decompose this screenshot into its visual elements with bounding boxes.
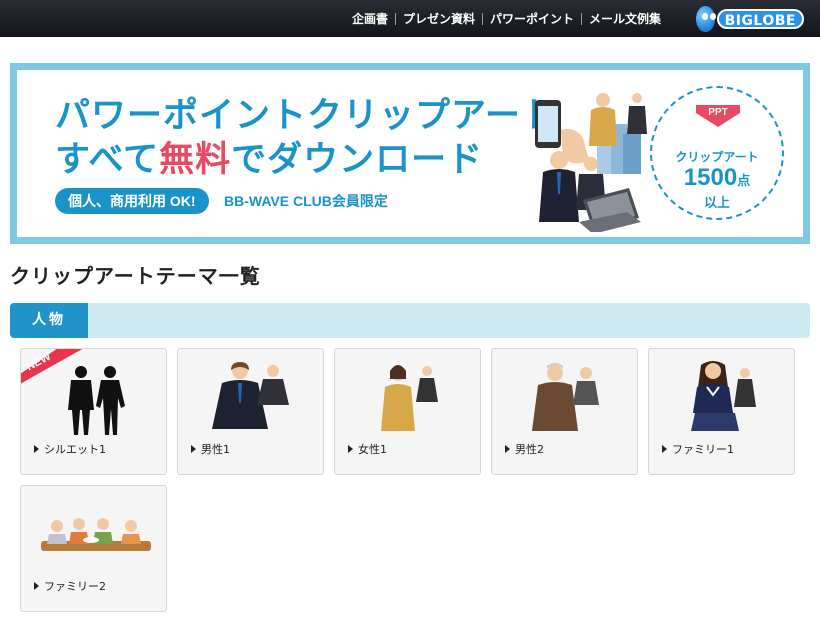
promo-banner[interactable]: パワーポイントクリップアート すべて無料でダウンロード 個人、商用利用 OK! … bbox=[10, 63, 810, 244]
clipart-count-value: 1500 bbox=[683, 164, 738, 191]
nav-link-presentation[interactable]: プレゼン資料 bbox=[396, 12, 482, 26]
theme-card-male1[interactable]: 男性1 bbox=[177, 348, 324, 475]
card-label: ファミリー2 bbox=[34, 578, 106, 594]
banner-headline-2: すべて無料でダウンロード bbox=[55, 140, 483, 180]
commercial-use-pill: 個人、商用利用 OK! bbox=[55, 188, 209, 214]
card-label: 男性1 bbox=[191, 441, 230, 457]
biglobe-logo[interactable]: BIGLOBE bbox=[696, 6, 804, 32]
banner-headline-2-pre: すべて bbox=[55, 140, 160, 179]
banner-highlight-free: 無料 bbox=[159, 140, 232, 179]
category-bar: 人物 bbox=[10, 303, 810, 338]
clipart-count-badge: PPT クリップアート 1500点 以上 bbox=[650, 86, 784, 220]
top-nav: 企画書 プレゼン資料 パワーポイント メール文例集 bbox=[345, 0, 668, 37]
family-dining-thumbnail bbox=[41, 518, 151, 551]
category-tab-people[interactable]: 人物 bbox=[10, 303, 88, 338]
schoolgirl-thumbnail bbox=[691, 361, 756, 431]
ppt-tag-label: PPT bbox=[708, 107, 728, 118]
card-label: 男性2 bbox=[505, 441, 544, 457]
nav-link-planning[interactable]: 企画書 bbox=[345, 12, 395, 26]
page-title: クリップアートテーマ一覧 bbox=[10, 264, 261, 288]
clipart-count-suffix: 以上 bbox=[703, 195, 730, 210]
business-people-illustration bbox=[535, 93, 647, 232]
top-bar: 企画書 プレゼン資料 パワーポイント メール文例集 BIGLOBE bbox=[0, 0, 820, 37]
businesswoman-thumbnail bbox=[381, 365, 438, 431]
clipart-count-unit: 点 bbox=[737, 173, 751, 188]
theme-card-family1[interactable]: ファミリー1 bbox=[648, 348, 795, 475]
clipart-count: 1500点 bbox=[652, 164, 782, 195]
theme-card-male2[interactable]: 男性2 bbox=[491, 348, 638, 475]
senior-businessman-thumbnail bbox=[532, 363, 599, 431]
card-label: ファミリー1 bbox=[662, 441, 734, 457]
globe-mascot-icon bbox=[696, 6, 716, 32]
nav-link-powerpoint[interactable]: パワーポイント bbox=[483, 12, 581, 26]
member-only-text: BB-WAVE CLUB会員限定 bbox=[224, 193, 388, 209]
businessman-thumbnail bbox=[212, 362, 289, 429]
card-label: シルエット1 bbox=[34, 441, 106, 457]
banner-headline-2-post: でダウンロード bbox=[231, 140, 484, 179]
nav-link-email-templates[interactable]: メール文例集 bbox=[582, 12, 668, 26]
theme-card-female1[interactable]: 女性1 bbox=[334, 348, 481, 475]
card-label: 女性1 bbox=[348, 441, 387, 457]
theme-card-family2[interactable]: ファミリー2 bbox=[20, 485, 167, 612]
logo-wordmark: BIGLOBE bbox=[716, 9, 804, 29]
banner-headline-1: パワーポイントクリップアート bbox=[55, 96, 557, 135]
clipart-label: クリップアート bbox=[675, 150, 759, 164]
theme-card-silhouette[interactable]: NEW シルエット1 bbox=[20, 348, 167, 475]
